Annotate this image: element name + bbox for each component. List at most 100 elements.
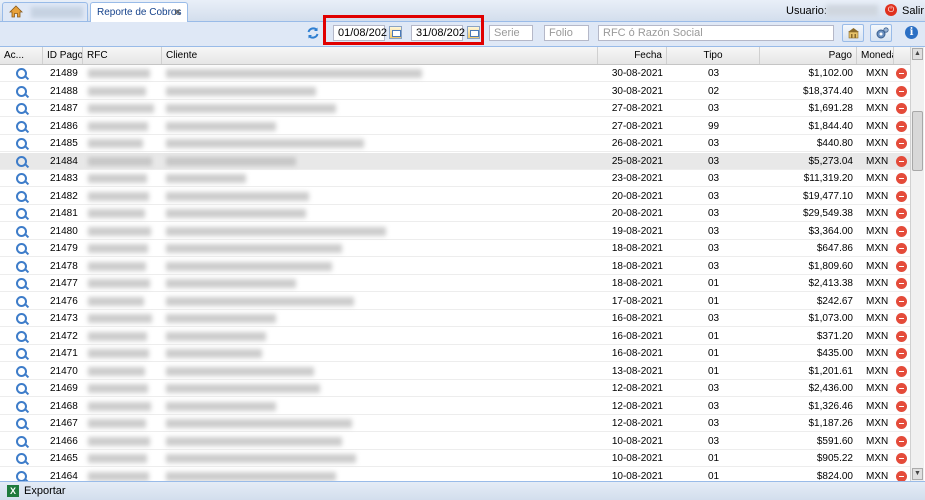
info-icon[interactable]: i <box>905 26 918 39</box>
search-icon[interactable] <box>16 278 27 289</box>
table-row[interactable]: 21479 18-08-2021 03 $647.86 MXN <box>0 240 910 257</box>
table-row[interactable]: 21470 13-08-2021 01 $1,201.61 MXN <box>0 363 910 380</box>
table-row[interactable]: 21483 23-08-2021 03 $11,319.20 MXN <box>0 170 910 187</box>
delete-icon[interactable] <box>896 138 907 149</box>
delete-icon[interactable] <box>896 418 907 429</box>
delete-icon[interactable] <box>896 470 907 481</box>
delete-icon[interactable] <box>896 348 907 359</box>
tab-reporte-cobros[interactable]: Reporte de Cobros × <box>90 2 188 22</box>
table-row[interactable]: 21465 10-08-2021 01 $905.22 MXN <box>0 450 910 467</box>
table-row[interactable]: 21487 27-08-2021 03 $1,691.28 MXN <box>0 100 910 117</box>
table-row[interactable]: 21468 12-08-2021 03 $1,326.46 MXN <box>0 398 910 415</box>
search-icon[interactable] <box>16 470 27 481</box>
search-icon[interactable] <box>16 330 27 342</box>
table-row[interactable]: 21481 20-08-2021 03 $29,549.38 MXN <box>0 205 910 222</box>
vertical-scrollbar[interactable]: ▲ ▼ <box>910 47 924 481</box>
serie-input[interactable]: Serie <box>489 25 533 41</box>
delete-icon[interactable] <box>896 225 907 237</box>
col-id-pago[interactable]: ID Pago <box>43 47 83 64</box>
cell-pago: $1,073.00 <box>808 313 854 324</box>
table-row[interactable]: 21480 19-08-2021 03 $3,364.00 MXN <box>0 223 910 240</box>
search-icon[interactable] <box>16 383 27 394</box>
search-icon[interactable] <box>16 453 27 464</box>
search-icon[interactable] <box>16 85 27 97</box>
search-icon[interactable] <box>16 68 27 79</box>
table-row[interactable]: 21467 12-08-2021 03 $1,187.26 MXN <box>0 415 910 432</box>
table-row[interactable]: 21466 10-08-2021 03 $591.60 MXN <box>0 433 910 450</box>
delete-icon[interactable] <box>896 155 907 167</box>
search-icon[interactable] <box>16 225 27 237</box>
search-icon[interactable] <box>16 365 27 377</box>
delete-icon[interactable] <box>896 278 907 289</box>
scroll-down-icon[interactable]: ▼ <box>912 468 923 480</box>
tab-home[interactable] <box>2 2 88 21</box>
delete-icon[interactable] <box>896 208 907 219</box>
col-acciones[interactable]: Ac... <box>0 47 43 64</box>
col-moneda[interactable]: Moneda <box>857 47 894 64</box>
scroll-thumb[interactable] <box>912 111 923 171</box>
rfc-search-input[interactable]: RFC ó Razón Social <box>598 25 834 41</box>
col-rfc[interactable]: RFC <box>83 47 162 64</box>
search-icon[interactable] <box>16 173 27 184</box>
delete-icon[interactable] <box>896 85 907 97</box>
col-cliente[interactable]: Cliente <box>162 47 598 64</box>
delete-icon[interactable] <box>896 435 907 447</box>
delete-icon[interactable] <box>896 103 907 114</box>
table-row[interactable]: 21488 30-08-2021 02 $18,374.40 MXN <box>0 83 910 100</box>
table-row[interactable]: 21464 10-08-2021 01 $824.00 MXN <box>0 468 910 481</box>
excel-icon[interactable]: X <box>7 485 19 497</box>
search-icon[interactable] <box>16 313 27 324</box>
settings-button[interactable] <box>870 24 892 42</box>
power-icon[interactable]: ⏻ <box>885 4 897 16</box>
table-row[interactable]: 21469 12-08-2021 03 $2,436.00 MXN <box>0 380 910 397</box>
col-tipo[interactable]: Tipo <box>667 47 760 64</box>
search-icon[interactable] <box>16 400 27 412</box>
table-row[interactable]: 21478 18-08-2021 03 $1,809.60 MXN <box>0 258 910 275</box>
table-row[interactable]: 21486 27-08-2021 99 $1,844.40 MXN <box>0 118 910 135</box>
search-icon[interactable] <box>16 348 27 359</box>
table-row[interactable]: 21484 25-08-2021 03 $5,273.04 MXN <box>0 152 910 170</box>
table-row[interactable]: 21489 30-08-2021 03 $1,102.00 MXN <box>0 65 910 82</box>
folio-input[interactable]: Folio <box>544 25 589 41</box>
col-fecha[interactable]: Fecha <box>598 47 667 64</box>
search-icon[interactable] <box>16 103 27 114</box>
search-icon[interactable] <box>16 190 27 202</box>
delete-icon[interactable] <box>896 173 907 184</box>
delete-icon[interactable] <box>896 68 907 79</box>
table-row[interactable]: 21477 18-08-2021 01 $2,413.38 MXN <box>0 275 910 292</box>
delete-icon[interactable] <box>896 120 907 132</box>
search-icon[interactable] <box>16 435 27 447</box>
table-row[interactable]: 21472 16-08-2021 01 $371.20 MXN <box>0 328 910 345</box>
search-icon[interactable] <box>16 418 27 429</box>
delete-icon[interactable] <box>896 190 907 202</box>
close-icon[interactable]: × <box>174 5 181 19</box>
search-icon[interactable] <box>16 120 27 132</box>
table-row[interactable]: 21482 20-08-2021 03 $19,477.10 MXN <box>0 188 910 205</box>
delete-icon[interactable] <box>896 313 907 324</box>
search-icon[interactable] <box>16 295 27 307</box>
table-row[interactable]: 21473 16-08-2021 03 $1,073.00 MXN <box>0 310 910 327</box>
refresh-icon[interactable] <box>306 26 320 40</box>
delete-icon[interactable] <box>896 365 907 377</box>
cell-rfc-redacted <box>88 69 150 78</box>
delete-icon[interactable] <box>896 260 907 272</box>
exit-link[interactable]: Salir <box>902 5 924 17</box>
table-row[interactable]: 21476 17-08-2021 01 $242.67 MXN <box>0 293 910 310</box>
delete-icon[interactable] <box>896 243 907 254</box>
export-button[interactable]: Exportar <box>24 485 66 497</box>
delete-icon[interactable] <box>896 295 907 307</box>
delete-icon[interactable] <box>896 453 907 464</box>
search-icon[interactable] <box>16 138 27 149</box>
search-button[interactable] <box>842 24 864 42</box>
search-icon[interactable] <box>16 243 27 254</box>
delete-icon[interactable] <box>896 400 907 412</box>
search-icon[interactable] <box>16 155 27 167</box>
table-row[interactable]: 21471 16-08-2021 01 $435.00 MXN <box>0 345 910 362</box>
search-icon[interactable] <box>16 208 27 219</box>
table-row[interactable]: 21485 26-08-2021 03 $440.80 MXN <box>0 135 910 152</box>
col-pago[interactable]: Pago <box>760 47 857 64</box>
search-icon[interactable] <box>16 260 27 272</box>
delete-icon[interactable] <box>896 383 907 394</box>
delete-icon[interactable] <box>896 330 907 342</box>
scroll-up-icon[interactable]: ▲ <box>912 48 923 60</box>
